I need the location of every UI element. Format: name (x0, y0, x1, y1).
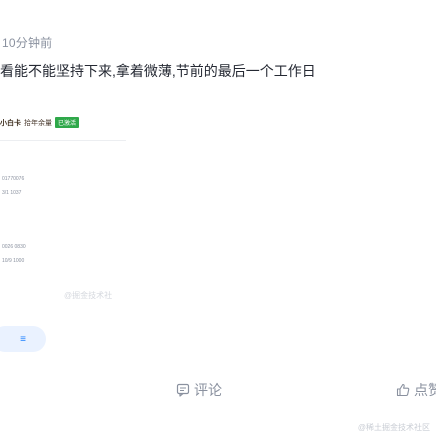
post-text[interactable]: 看能不能坚持下来,拿着微薄,节前的最后一个工作日 (0, 60, 430, 82)
thumb-up-icon (396, 383, 410, 397)
comment-label: 评论 (194, 382, 222, 398)
card-line: 0026 0830 (2, 244, 26, 250)
card-brand: 小白卡 (0, 119, 21, 127)
card-divider (0, 140, 126, 141)
like-label: 点赞 (414, 382, 436, 398)
card-header: 小白卡 拾年余量 已激活 (0, 117, 80, 128)
card-subtitle: 拾年余量 (24, 119, 52, 127)
footer-watermark: @稀土掘金技术社区 (357, 423, 430, 432)
comment-icon (176, 383, 190, 397)
comment-button[interactable]: 评论 (176, 380, 222, 400)
activity-feed-item: 10分钟前 看能不能坚持下来,拿着微薄,节前的最后一个工作日 小白卡 拾年余量 … (0, 0, 436, 436)
card-line: 10/9 1000 (2, 258, 25, 264)
action-bar: 评论 点赞 (0, 380, 436, 404)
post-image[interactable]: 小白卡 拾年余量 已激活 01770076 3/1 1037 · 0026 08… (0, 110, 130, 360)
card-line: 3/1 1037 (2, 190, 22, 196)
post-time: 10分钟前 (2, 36, 53, 50)
topic-tag-label: ≡ (20, 333, 26, 345)
card-line: 01770076 (2, 176, 25, 182)
card-watermark: @掘金技术社 (64, 291, 113, 300)
topic-tag[interactable]: ≡ (0, 326, 46, 352)
card-badge: 已激活 (55, 117, 80, 128)
like-button[interactable]: 点赞 (396, 380, 436, 400)
